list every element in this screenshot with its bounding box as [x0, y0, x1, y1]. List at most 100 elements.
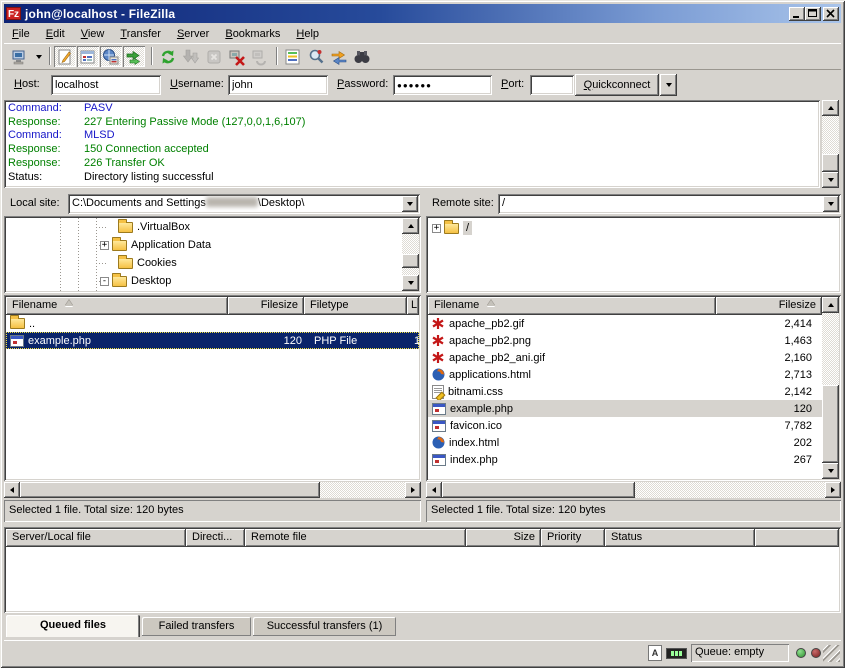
scrollbar-thumb[interactable]: [442, 482, 635, 498]
scrollbar-thumb[interactable]: [822, 154, 839, 172]
file-row[interactable]: apache_pb2_ani.gif 2,160: [428, 349, 822, 366]
tree-item-application-data[interactable]: + Application Data: [96, 236, 211, 254]
file-row-selected[interactable]: example.php 120: [428, 400, 822, 417]
local-site-dropdown[interactable]: [402, 196, 418, 212]
remote-tree[interactable]: + /: [426, 216, 841, 293]
log-scrollbar[interactable]: [822, 100, 839, 188]
host-input[interactable]: [51, 75, 161, 95]
collapse-minus-icon[interactable]: -: [100, 277, 109, 286]
file-row[interactable]: index.php 267: [428, 451, 822, 468]
scroll-left-button[interactable]: [426, 482, 442, 498]
site-manager-dropdown[interactable]: [32, 46, 45, 67]
maximize-button[interactable]: [805, 7, 821, 21]
column-header-lastmodified[interactable]: L: [407, 297, 419, 315]
tab-queued-files[interactable]: Queued files: [6, 615, 140, 637]
minimize-button[interactable]: [789, 7, 805, 21]
tree-item-root[interactable]: + /: [432, 219, 472, 237]
message-log[interactable]: Command:PASV Response:227 Entering Passi…: [4, 100, 820, 188]
menu-server[interactable]: Server: [169, 26, 217, 42]
remote-list-hscrollbar[interactable]: [426, 482, 841, 498]
menu-bookmarks[interactable]: Bookmarks: [217, 26, 288, 42]
tab-successful-transfers[interactable]: Successful transfers (1): [253, 617, 396, 636]
quickconnect-dropdown[interactable]: [660, 74, 677, 96]
file-row-parent-dir[interactable]: ..: [6, 315, 419, 332]
file-row[interactable]: apache_pb2.png 1,463: [428, 332, 822, 349]
scrollbar-thumb[interactable]: [822, 385, 839, 463]
menu-view[interactable]: View: [73, 26, 113, 42]
port-input[interactable]: [530, 75, 574, 95]
toggle-local-tree-button[interactable]: [77, 46, 99, 67]
disconnect-button[interactable]: [226, 46, 248, 67]
file-row[interactable]: bitnami.css 2,142: [428, 383, 822, 400]
scroll-up-button[interactable]: [822, 100, 839, 116]
local-site-combo[interactable]: C:\Documents and Settings\Desktop\: [68, 194, 420, 214]
remote-site-combo[interactable]: /: [498, 194, 841, 214]
synchronized-browsing-button[interactable]: [328, 46, 350, 67]
file-row-example-php[interactable]: example.php 120 PHP File 1: [6, 332, 419, 349]
toggle-remote-tree-button[interactable]: [100, 46, 122, 67]
refresh-button[interactable]: [157, 46, 179, 67]
menu-file[interactable]: File: [4, 26, 38, 42]
toggle-queue-button[interactable]: [123, 46, 145, 67]
file-row[interactable]: applications.html 2,713: [428, 366, 822, 383]
menu-transfer[interactable]: Transfer: [112, 26, 169, 42]
column-header-direction[interactable]: Directi...: [186, 529, 245, 547]
tab-failed-transfers[interactable]: Failed transfers: [142, 617, 251, 636]
remote-list-scrollbar[interactable]: [822, 297, 839, 479]
expand-plus-icon[interactable]: +: [432, 224, 441, 233]
scroll-up-button[interactable]: [822, 297, 839, 313]
column-header-server-local-file[interactable]: Server/Local file: [6, 529, 186, 547]
close-button[interactable]: [823, 7, 839, 21]
reconnect-button[interactable]: [249, 46, 271, 67]
scroll-left-button[interactable]: [4, 482, 20, 498]
column-header-filetype[interactable]: Filetype: [304, 297, 407, 315]
column-header-remote-file[interactable]: Remote file: [245, 529, 466, 547]
local-file-list[interactable]: Filename Filesize Filetype L .. example.…: [4, 295, 421, 481]
file-row[interactable]: index.html 202: [428, 434, 822, 451]
scroll-right-button[interactable]: [825, 482, 841, 498]
column-header-status[interactable]: Status: [605, 529, 755, 547]
data-type-icon[interactable]: A: [648, 645, 662, 661]
tree-item-cookies[interactable]: Cookies: [96, 254, 177, 272]
process-queue-button[interactable]: [180, 46, 202, 67]
toggle-message-log-button[interactable]: [54, 46, 76, 67]
scrollbar-thumb[interactable]: [402, 254, 419, 268]
compare-directories-button[interactable]: [305, 46, 327, 67]
folder-icon: [118, 258, 133, 269]
tree-item-virtualbox[interactable]: .VirtualBox: [96, 218, 190, 236]
status-bar: A Queue: empty: [4, 640, 841, 664]
scrollbar-thumb[interactable]: [20, 482, 320, 498]
transfer-queue[interactable]: Server/Local file Directi... Remote file…: [4, 527, 841, 613]
password-input[interactable]: [393, 75, 492, 95]
column-header-filename[interactable]: Filename: [6, 297, 228, 315]
scroll-down-button[interactable]: [402, 275, 419, 291]
file-row[interactable]: favicon.ico 7,782: [428, 417, 822, 434]
cancel-button[interactable]: [203, 46, 225, 67]
column-header-filesize[interactable]: Filesize: [716, 297, 822, 315]
username-input[interactable]: [228, 75, 328, 95]
scroll-down-button[interactable]: [822, 172, 839, 188]
scroll-up-button[interactable]: [402, 218, 419, 234]
column-header-size[interactable]: Size: [466, 529, 541, 547]
menu-help[interactable]: Help: [288, 26, 327, 42]
menu-edit[interactable]: Edit: [38, 26, 73, 42]
directory-filters-button[interactable]: [282, 46, 304, 67]
resize-grip[interactable]: [823, 645, 840, 662]
expand-plus-icon[interactable]: +: [100, 241, 109, 250]
quickconnect-button[interactable]: Quickconnect: [575, 74, 659, 96]
site-manager-button[interactable]: [9, 46, 31, 67]
scroll-down-button[interactable]: [822, 463, 839, 479]
column-header-priority[interactable]: Priority: [541, 529, 605, 547]
column-header-filename[interactable]: Filename: [428, 297, 716, 315]
speed-limit-icon[interactable]: [666, 648, 687, 659]
scroll-right-button[interactable]: [405, 482, 421, 498]
find-files-button[interactable]: [351, 46, 373, 67]
file-row[interactable]: apache_pb2.gif 2,414: [428, 315, 822, 332]
column-header-filesize[interactable]: Filesize: [228, 297, 304, 315]
remote-site-dropdown[interactable]: [823, 196, 839, 212]
tree-item-desktop[interactable]: - Desktop: [96, 272, 171, 290]
local-list-hscrollbar[interactable]: [4, 482, 421, 498]
local-tree-scrollbar[interactable]: [402, 218, 419, 291]
remote-file-list[interactable]: Filename Filesize apache_pb2.gif 2,414 a…: [426, 295, 841, 481]
local-tree[interactable]: .VirtualBox + Application Data Cookies -…: [4, 216, 421, 293]
